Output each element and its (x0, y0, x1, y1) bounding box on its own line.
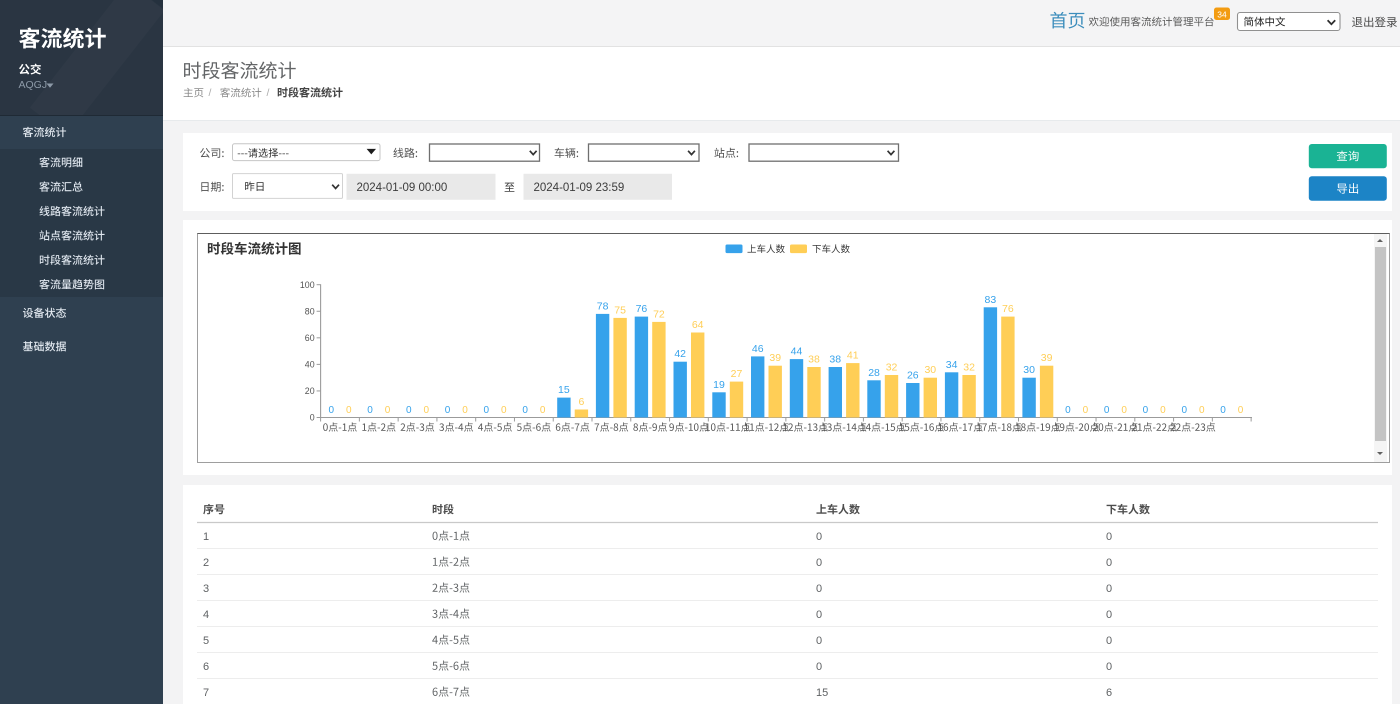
svg-text:46: 46 (752, 343, 764, 355)
svg-text:6: 6 (578, 396, 584, 408)
svg-text:15: 15 (558, 384, 570, 396)
svg-text:0: 0 (423, 405, 429, 416)
svg-text:0: 0 (1106, 609, 1112, 621)
svg-text:2024-01-09 23:59: 2024-01-09 23:59 (534, 182, 625, 194)
svg-text:76: 76 (636, 303, 648, 315)
svg-text:0: 0 (1181, 405, 1187, 416)
svg-text:0: 0 (346, 405, 352, 416)
svg-text:32: 32 (886, 362, 898, 374)
svg-text:64: 64 (692, 319, 704, 331)
svg-text:4: 4 (203, 609, 209, 621)
svg-text:41: 41 (847, 350, 859, 362)
svg-text:5: 5 (203, 635, 209, 647)
svg-text:38: 38 (808, 354, 820, 366)
svg-text:44: 44 (791, 346, 803, 358)
svg-text:28: 28 (868, 367, 880, 379)
svg-text:26: 26 (907, 369, 919, 381)
svg-text:0: 0 (816, 583, 822, 595)
svg-text:32: 32 (963, 362, 975, 374)
svg-text:3: 3 (203, 583, 209, 595)
svg-text:0: 0 (501, 405, 507, 416)
svg-text:30: 30 (924, 364, 936, 376)
svg-text:0: 0 (1065, 405, 1071, 416)
svg-text:0: 0 (816, 635, 822, 647)
svg-text:60: 60 (305, 333, 315, 343)
svg-text:27: 27 (731, 368, 743, 380)
svg-text:6: 6 (203, 661, 209, 673)
svg-text:0: 0 (328, 405, 334, 416)
svg-text:76: 76 (1002, 303, 1014, 315)
svg-text:100: 100 (300, 280, 315, 290)
svg-text:/: / (267, 87, 270, 99)
svg-text:75: 75 (614, 304, 626, 316)
svg-text:15: 15 (816, 687, 828, 699)
svg-text:0: 0 (816, 557, 822, 569)
svg-text:2: 2 (203, 557, 209, 569)
svg-text:39: 39 (769, 352, 781, 364)
svg-text:0: 0 (1143, 405, 1149, 416)
svg-text:42: 42 (674, 348, 686, 360)
svg-text:0: 0 (406, 405, 412, 416)
svg-text:72: 72 (653, 308, 665, 320)
svg-text:0: 0 (310, 413, 315, 423)
svg-text:2024-01-09 00:00: 2024-01-09 00:00 (357, 182, 448, 194)
svg-text:1: 1 (203, 531, 209, 543)
svg-text:6: 6 (1106, 687, 1112, 699)
svg-text:0: 0 (1220, 405, 1226, 416)
svg-text:0: 0 (1160, 405, 1166, 416)
svg-text:0: 0 (1106, 531, 1112, 543)
svg-text:40: 40 (305, 359, 315, 369)
svg-text:0: 0 (816, 661, 822, 673)
svg-text:0: 0 (540, 405, 546, 416)
svg-text:80: 80 (305, 306, 315, 316)
svg-text:34: 34 (946, 359, 958, 371)
svg-text:0: 0 (1104, 405, 1110, 416)
svg-text:34: 34 (1217, 9, 1227, 19)
svg-text:19: 19 (713, 379, 725, 391)
svg-text:0: 0 (1238, 405, 1244, 416)
svg-text:38: 38 (829, 354, 841, 366)
svg-text:0: 0 (816, 609, 822, 621)
svg-text:0: 0 (522, 405, 528, 416)
svg-text:0: 0 (445, 405, 451, 416)
svg-text:0: 0 (1083, 405, 1089, 416)
svg-text:39: 39 (1041, 352, 1053, 364)
svg-text:0: 0 (462, 405, 468, 416)
svg-text:0: 0 (1106, 635, 1112, 647)
svg-text:7: 7 (203, 687, 209, 699)
svg-text:0: 0 (816, 531, 822, 543)
svg-text:0: 0 (385, 405, 391, 416)
svg-text:AQGJ: AQGJ (19, 79, 48, 91)
svg-text:30: 30 (1023, 364, 1035, 376)
svg-text:0: 0 (1106, 557, 1112, 569)
svg-text:0: 0 (484, 405, 490, 416)
svg-text:0: 0 (367, 405, 373, 416)
svg-text:0: 0 (1106, 661, 1112, 673)
svg-text:0: 0 (1121, 405, 1127, 416)
svg-text:0: 0 (1106, 583, 1112, 595)
svg-text:20: 20 (305, 386, 315, 396)
svg-text:83: 83 (985, 294, 997, 306)
svg-text:0: 0 (1199, 405, 1205, 416)
svg-text:/: / (209, 87, 212, 99)
svg-text:78: 78 (597, 300, 609, 312)
